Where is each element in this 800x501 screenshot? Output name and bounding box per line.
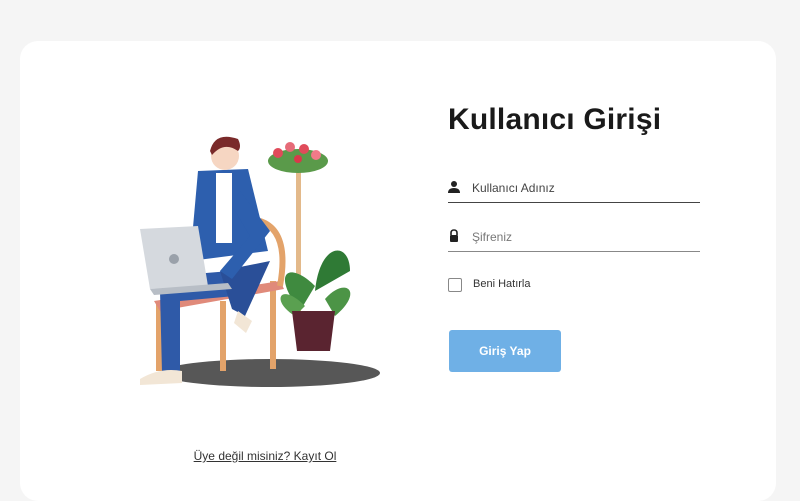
login-button[interactable]: Giriş Yap (449, 330, 561, 372)
login-card: Üye değil misiniz? Kayıt Ol Kullanıcı Gi… (20, 41, 776, 501)
page-title: Kullanıcı Girişi (448, 103, 662, 136)
remember-checkbox[interactable] (448, 278, 462, 292)
lock-icon (450, 229, 458, 242)
person-with-laptop-illustration (140, 136, 380, 387)
username-field (448, 174, 700, 203)
username-input[interactable] (472, 178, 698, 198)
signup-link[interactable]: Üye değil misiniz? Kayıt Ol (165, 449, 365, 463)
password-input[interactable] (472, 227, 698, 247)
remember-label[interactable]: Beni Hatırla (473, 278, 530, 290)
password-field (448, 223, 700, 252)
user-icon (448, 181, 460, 193)
